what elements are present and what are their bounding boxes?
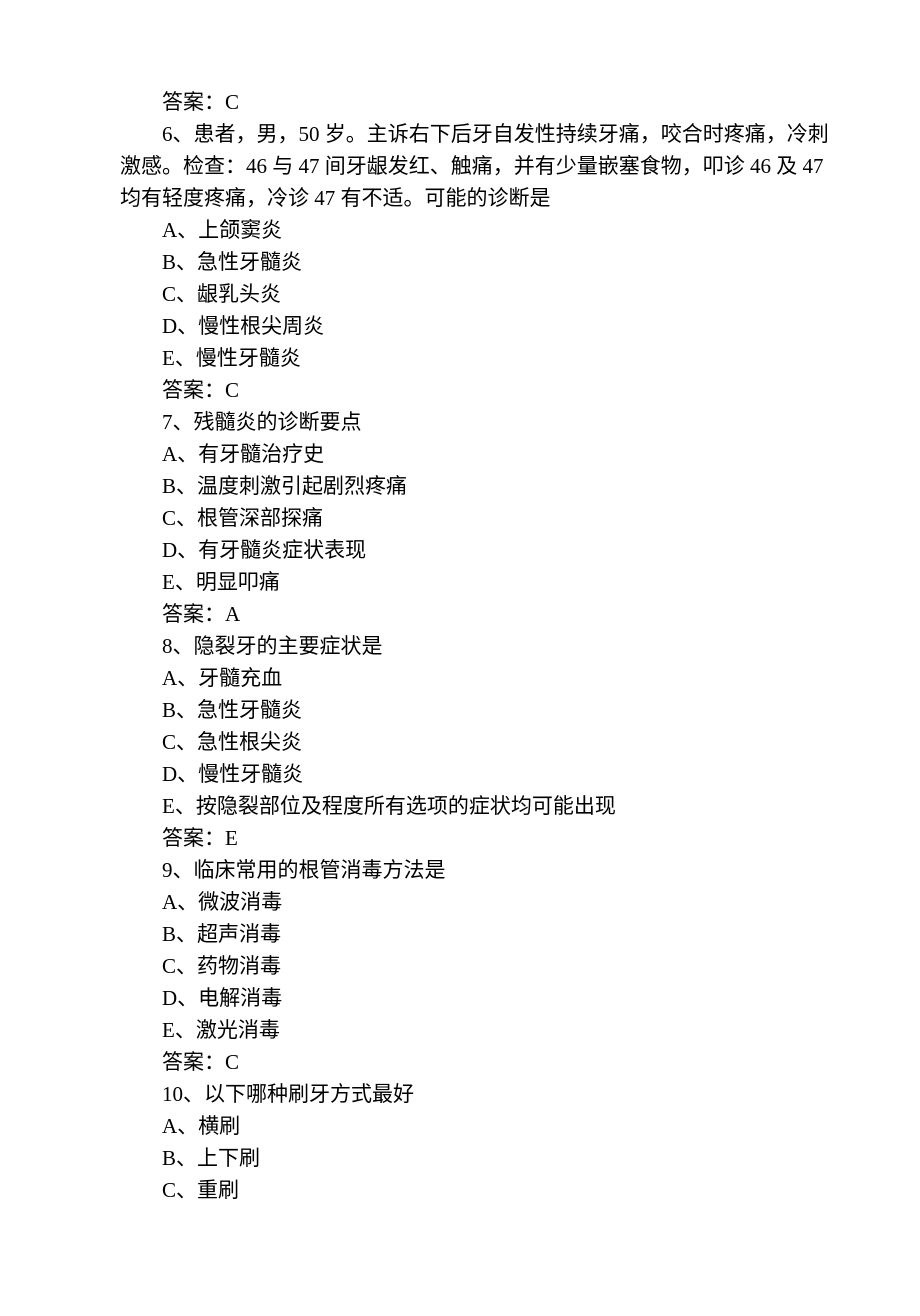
q7-stem: 7、残髓炎的诊断要点 — [120, 406, 920, 438]
q5-answer-value: C — [225, 90, 239, 114]
q8-option-d: D、慢性牙髓炎 — [120, 758, 920, 790]
q9-option-c: C、药物消毒 — [120, 950, 920, 982]
q7-option-e: E、明显叩痛 — [120, 566, 920, 598]
q6-answer-prefix: 答案： — [162, 378, 225, 402]
q8-option-c: C、急性根尖炎 — [120, 726, 920, 758]
q7-option-d: D、有牙髓炎症状表现 — [120, 534, 920, 566]
q10-option-b: B、上下刷 — [120, 1142, 920, 1174]
q9-option-d: D、电解消毒 — [120, 982, 920, 1014]
q8-answer: 答案：E — [120, 822, 920, 854]
q6-option-b: B、急性牙髓炎 — [120, 246, 920, 278]
q9-option-a: A、微波消毒 — [120, 886, 920, 918]
q5-answer-prefix: 答案： — [162, 90, 225, 114]
q6-stem-line-2: 激感。检查：46 与 47 间牙龈发红、触痛，并有少量嵌塞食物，叩诊 46 及 … — [120, 150, 920, 182]
q7-answer-value: A — [225, 602, 240, 626]
q9-stem: 9、临床常用的根管消毒方法是 — [120, 854, 920, 886]
q6-option-e: E、慢性牙髓炎 — [120, 342, 920, 374]
q8-option-e: E、按隐裂部位及程度所有选项的症状均可能出现 — [120, 790, 920, 822]
q8-answer-value: E — [225, 826, 238, 850]
q6-answer-value: C — [225, 378, 239, 402]
q9-answer: 答案：C — [120, 1046, 920, 1078]
q7-answer: 答案：A — [120, 598, 920, 630]
q7-option-b: B、温度刺激引起剧烈疼痛 — [120, 470, 920, 502]
q6-option-a: A、上颌窦炎 — [120, 214, 920, 246]
q6-option-c: C、龈乳头炎 — [120, 278, 920, 310]
q6-answer: 答案：C — [120, 374, 920, 406]
q8-option-a: A、牙髓充血 — [120, 662, 920, 694]
q9-option-e: E、激光消毒 — [120, 1014, 920, 1046]
q8-answer-prefix: 答案： — [162, 826, 225, 850]
q8-stem: 8、隐裂牙的主要症状是 — [120, 630, 920, 662]
q10-stem: 10、以下哪种刷牙方式最好 — [120, 1078, 920, 1110]
q10-option-a: A、横刷 — [120, 1110, 920, 1142]
q6-stem-line-1: 6、患者，男，50 岁。主诉右下后牙自发性持续牙痛，咬合时疼痛，冷刺 — [120, 118, 920, 150]
q7-option-a: A、有牙髓治疗史 — [120, 438, 920, 470]
q7-option-c: C、根管深部探痛 — [120, 502, 920, 534]
q7-answer-prefix: 答案： — [162, 602, 225, 626]
q6-option-d: D、慢性根尖周炎 — [120, 310, 920, 342]
q10-option-c: C、重刷 — [120, 1174, 920, 1206]
q5-answer: 答案：C — [120, 86, 920, 118]
q9-answer-prefix: 答案： — [162, 1050, 225, 1074]
q9-answer-value: C — [225, 1050, 239, 1074]
q8-option-b: B、急性牙髓炎 — [120, 694, 920, 726]
q6-stem-line-3: 均有轻度疼痛，冷诊 47 有不适。可能的诊断是 — [120, 182, 920, 214]
q9-option-b: B、超声消毒 — [120, 918, 920, 950]
